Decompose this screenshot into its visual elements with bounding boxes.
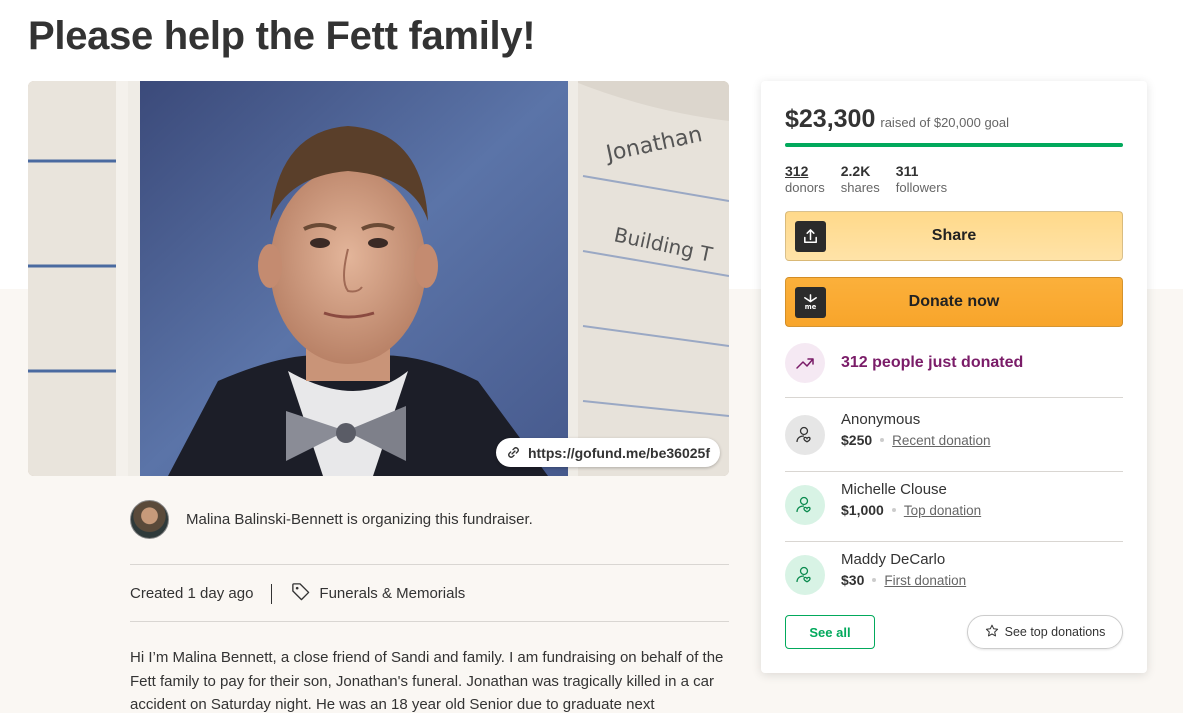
see-all-button[interactable]: See all	[785, 615, 875, 649]
donation-amount: $30	[841, 572, 865, 588]
separator-dot	[880, 438, 885, 442]
tag-icon	[290, 581, 311, 606]
meta-separator	[271, 583, 273, 604]
separator-dot	[872, 578, 877, 582]
donate-now-button[interactable]: me Donate now	[785, 277, 1123, 327]
svg-text:me: me	[805, 303, 817, 311]
share-link-url: https://gofund.me/be36025f	[527, 444, 710, 461]
share-link-pill[interactable]: https://gofund.me/be36025f	[495, 438, 720, 467]
see-top-donations-button[interactable]: See top donations	[967, 615, 1123, 649]
goal-text: raised of $20,000 goal	[880, 115, 1010, 130]
donor-name: Maddy DeCarlo	[841, 551, 946, 568]
donation-type-link[interactable]: Recent donation	[892, 433, 990, 448]
progress-fill	[785, 143, 1123, 147]
donor-name: Michelle Clouse	[841, 481, 947, 498]
donation-type-link[interactable]: First donation	[884, 573, 966, 588]
organizer-text: Malina Balinski-Bennett is organizing th…	[186, 511, 533, 528]
gofundme-logo-icon: me	[795, 287, 826, 318]
link-icon	[506, 445, 521, 460]
share-upload-icon	[795, 221, 826, 252]
story-text: Hi I’m Malina Bennett, a close friend of…	[130, 649, 724, 713]
stat-followers: 311 followers	[896, 163, 947, 195]
donor-heart-icon	[785, 415, 825, 455]
donation-amount: $250	[841, 432, 873, 448]
donation-item: Maddy DeCarlo $30 First donation	[785, 547, 966, 595]
share-button[interactable]: Share	[785, 211, 1123, 261]
divider	[130, 564, 729, 565]
stat-label: shares	[840, 180, 880, 195]
fundraiser-meta: Created 1 day ago Funerals & Memorials	[130, 581, 465, 606]
see-top-label: See top donations	[1004, 625, 1106, 639]
share-button-label: Share	[931, 227, 977, 244]
divider	[785, 541, 1123, 542]
donation-item: Anonymous $250 Recent donation	[785, 407, 990, 455]
donor-heart-icon	[785, 485, 825, 525]
hero-image[interactable]: Jonathan Building T https://gofund.me/be…	[28, 81, 729, 476]
category-label: Funerals & Memorials	[319, 585, 466, 602]
page-title: Please help the Fett family!	[28, 14, 536, 58]
created-date: Created 1 day ago	[130, 585, 254, 602]
stat-label: followers	[895, 180, 948, 195]
raised-summary: $23,300 raised of $20,000 goal	[785, 105, 1009, 134]
donate-button-label: Donate now	[908, 293, 1000, 310]
stat-donors[interactable]: 312 donors	[785, 163, 825, 195]
category-link[interactable]: Funerals & Memorials	[290, 581, 465, 606]
organizer-row: Malina Balinski-Bennett is organizing th…	[130, 500, 533, 539]
recent-activity: 312 people just donated	[785, 343, 1023, 383]
stat-number: 2.2K	[840, 163, 871, 179]
donation-item: Michelle Clouse $1,000 Top donation	[785, 477, 981, 525]
stat-shares: 2.2K shares	[841, 163, 880, 195]
donor-heart-icon	[785, 555, 825, 595]
stat-number: 312	[785, 163, 809, 179]
trending-up-icon	[785, 343, 825, 383]
raised-amount: $23,300	[785, 105, 876, 133]
stats-row: 312 donors 2.2K shares 311 followers	[785, 163, 947, 195]
star-icon	[985, 624, 999, 641]
organizer-avatar[interactable]	[130, 500, 169, 539]
donation-card: $23,300 raised of $20,000 goal 312 donor…	[761, 81, 1147, 673]
divider	[130, 621, 729, 622]
donation-type-link[interactable]: Top donation	[904, 503, 981, 518]
progress-bar	[785, 143, 1123, 147]
stat-label: donors	[785, 180, 825, 195]
donor-name: Anonymous	[841, 411, 921, 428]
donation-amount: $1,000	[841, 502, 884, 518]
separator-dot	[891, 508, 896, 512]
divider	[785, 471, 1123, 472]
portrait-photo: Jonathan Building T	[28, 81, 729, 476]
stat-number: 311	[895, 163, 919, 179]
trend-text: 312 people just donated	[841, 354, 1024, 371]
divider	[785, 397, 1123, 398]
